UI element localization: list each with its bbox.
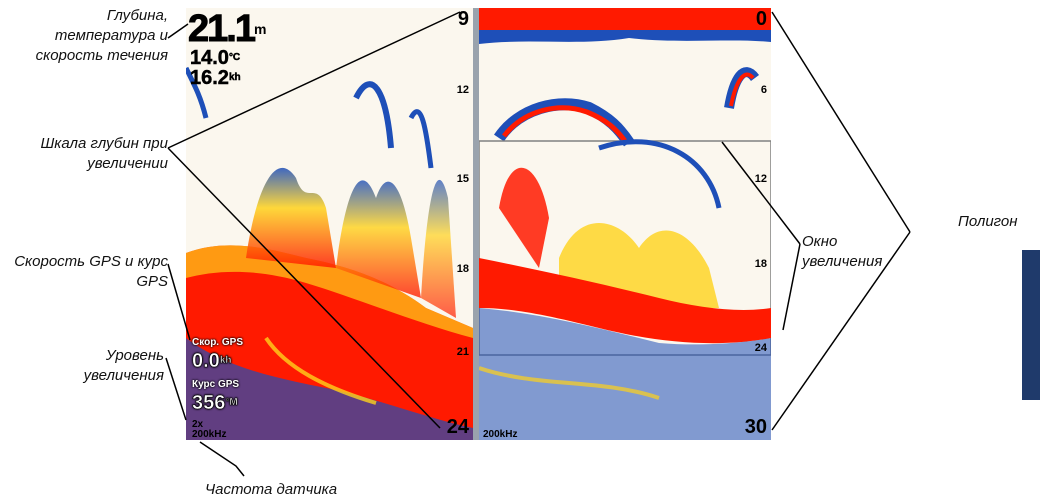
leader-zoom xyxy=(165,357,187,421)
leader-gps xyxy=(167,263,191,341)
leader-window-bottom xyxy=(782,243,801,331)
leader-frequency xyxy=(199,441,245,477)
leader-polygon-bottom xyxy=(771,231,911,431)
leader-depth xyxy=(167,23,189,39)
leader-scale-top xyxy=(167,11,461,149)
leader-scale-bottom xyxy=(167,147,441,429)
leader-polygon-top xyxy=(771,11,911,233)
callout-leader-lines xyxy=(165,11,911,477)
leader-window-top xyxy=(721,141,801,245)
